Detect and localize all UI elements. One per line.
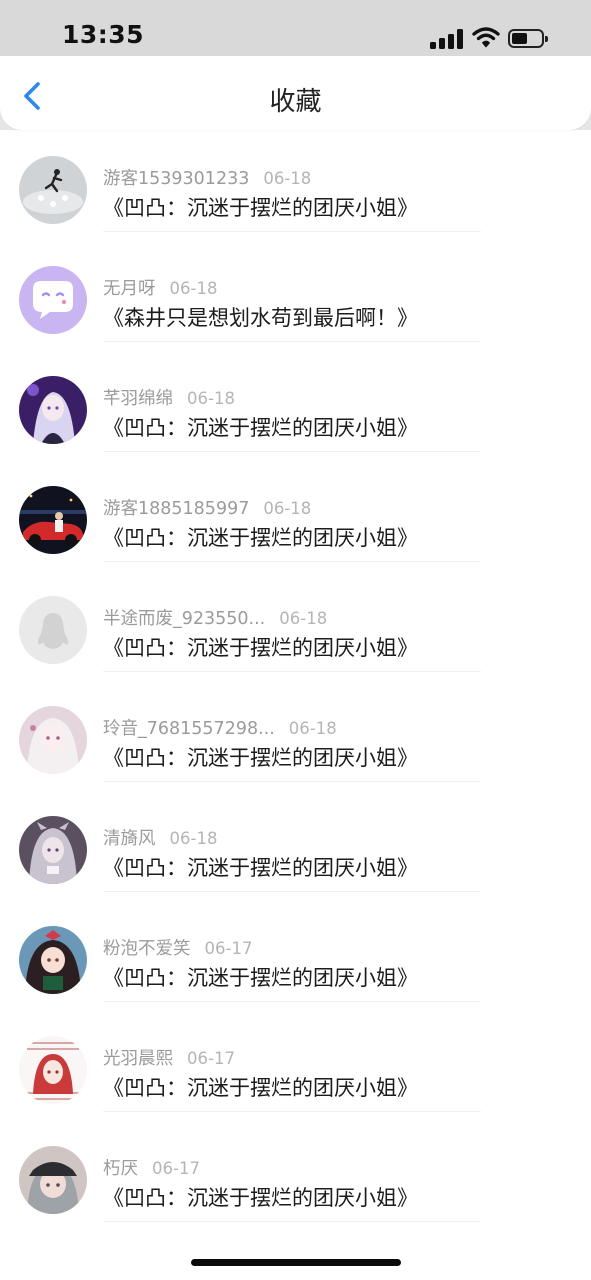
avatar-red-car <box>19 486 87 554</box>
battery-icon <box>508 29 548 48</box>
book-title[interactable]: 《凹凸：沉迷于摆烂的团厌小姐》 <box>103 1072 418 1102</box>
avatar[interactable] <box>19 266 87 334</box>
username[interactable]: 朽厌 <box>103 1159 138 1179</box>
book-title[interactable]: 《凹凸：沉迷于摆烂的团厌小姐》 <box>103 852 418 882</box>
avatar[interactable] <box>19 1036 87 1104</box>
username[interactable]: 光羽晨熙 <box>103 1049 173 1069</box>
avatar-anime-cap <box>19 1146 87 1214</box>
avatar-anime-purple <box>19 376 87 444</box>
list-item[interactable]: 游客1885185997 06-18 《凹凸：沉迷于摆烂的团厌小姐》 <box>0 452 591 562</box>
item-date: 06-18 <box>279 609 328 628</box>
page-title: 收藏 <box>269 87 322 117</box>
avatar-anime-grey <box>19 816 87 884</box>
book-title[interactable]: 《凹凸：沉迷于摆烂的团厌小姐》 <box>103 962 418 992</box>
username[interactable]: 游客1885185997 <box>103 499 249 519</box>
book-title[interactable]: 《凹凸：沉迷于摆烂的团厌小姐》 <box>103 1182 418 1212</box>
username[interactable]: 清旖风 <box>103 829 156 849</box>
cellular-signal-icon <box>430 29 464 49</box>
book-title[interactable]: 《凹凸：沉迷于摆烂的团厌小姐》 <box>103 522 418 552</box>
item-date: 06-18 <box>263 169 312 188</box>
item-meta: 朽厌 06-17 <box>103 1155 200 1180</box>
item-meta: 游客1539301233 06-18 <box>103 165 311 190</box>
book-title[interactable]: 《凹凸：沉迷于摆烂的团厌小姐》 <box>103 192 418 222</box>
avatar[interactable] <box>19 926 87 994</box>
item-date: 06-18 <box>263 499 312 518</box>
favorites-list-container[interactable]: 《凹凸：沉迷于摆烂的团厌小姐》 游客1539301233 06-18 《凹凸：沉迷于摆… <box>0 130 591 1280</box>
home-indicator[interactable] <box>191 1259 401 1266</box>
book-title[interactable]: 《凹凸：沉迷于摆烂的团厌小姐》 <box>103 632 418 662</box>
avatar-anime-red <box>19 1036 87 1104</box>
item-meta: 玲音_7681557298... 06-18 <box>103 715 337 740</box>
book-title[interactable]: 《凹凸：沉迷于摆烂的团厌小姐》 <box>103 742 418 772</box>
item-meta: 光羽晨熙 06-17 <box>103 1045 235 1070</box>
status-time: 13:35 <box>62 20 145 49</box>
item-meta: 无月呀 06-18 <box>103 275 217 300</box>
item-meta: 半途而废_923550... 06-18 <box>103 605 327 630</box>
avatar[interactable] <box>19 596 87 664</box>
avatar[interactable] <box>19 1146 87 1214</box>
item-date: 06-17 <box>152 1159 200 1178</box>
avatar-anime-dark <box>19 926 87 994</box>
avatar-default-penguin <box>19 596 87 664</box>
list-item[interactable]: 无月呀 06-18 《森井只是想划水苟到最后啊！》 <box>0 232 591 342</box>
username[interactable]: 玲音_7681557298... <box>103 719 275 739</box>
avatar[interactable] <box>19 156 87 224</box>
username[interactable]: 游客1539301233 <box>103 169 249 189</box>
book-title[interactable]: 《森井只是想划水苟到最后啊！》 <box>103 302 418 332</box>
username[interactable]: 粉泡不爱笑 <box>103 939 191 959</box>
username[interactable]: 芊羽绵绵 <box>103 389 173 409</box>
status-bar: 13:35 <box>0 0 591 56</box>
avatar[interactable] <box>19 486 87 554</box>
favorites-list: 《凹凸：沉迷于摆烂的团厌小姐》 游客1539301233 06-18 《凹凸：沉迷于摆… <box>0 130 591 1222</box>
item-date: 06-18 <box>187 389 235 408</box>
item-meta: 芊羽绵绵 06-18 <box>103 385 235 410</box>
list-item[interactable]: 玲音_7681557298... 06-18 《凹凸：沉迷于摆烂的团厌小姐》 <box>0 672 591 782</box>
list-item[interactable]: 半途而废_923550... 06-18 《凹凸：沉迷于摆烂的团厌小姐》 <box>0 562 591 672</box>
list-item[interactable]: 光羽晨熙 06-17 《凹凸：沉迷于摆烂的团厌小姐》 <box>0 1002 591 1112</box>
item-date: 06-17 <box>187 1049 235 1068</box>
username[interactable]: 半途而废_923550... <box>103 609 265 629</box>
item-meta: 粉泡不爱笑 06-17 <box>103 935 252 960</box>
item-date: 06-18 <box>169 829 218 848</box>
item-date: 06-17 <box>204 939 253 958</box>
divider <box>103 1221 481 1222</box>
wifi-icon <box>472 27 500 48</box>
book-title[interactable]: 《凹凸：沉迷于摆烂的团厌小姐》 <box>103 412 418 442</box>
username[interactable]: 无月呀 <box>103 279 156 299</box>
avatar[interactable] <box>19 706 87 774</box>
item-meta: 游客1885185997 06-18 <box>103 495 311 520</box>
item-meta: 清旖风 06-18 <box>103 825 217 850</box>
list-item[interactable]: 朽厌 06-17 《凹凸：沉迷于摆烂的团厌小姐》 <box>0 1112 591 1222</box>
avatar-anime-white <box>19 706 87 774</box>
list-item[interactable]: 芊羽绵绵 06-18 《凹凸：沉迷于摆烂的团厌小姐》 <box>0 342 591 452</box>
avatar[interactable] <box>19 816 87 884</box>
avatar-runner <box>19 156 87 224</box>
avatar-chat-bubble <box>19 266 87 334</box>
list-item[interactable]: 粉泡不爱笑 06-17 《凹凸：沉迷于摆烂的团厌小姐》 <box>0 892 591 1002</box>
list-item[interactable]: 清旖风 06-18 《凹凸：沉迷于摆烂的团厌小姐》 <box>0 782 591 892</box>
item-date: 06-18 <box>169 279 218 298</box>
nav-bar: 收藏 <box>0 56 591 130</box>
item-date: 06-18 <box>288 719 337 738</box>
list-item[interactable]: 游客1539301233 06-18 《凹凸：沉迷于摆烂的团厌小姐》 <box>0 130 591 232</box>
avatar[interactable] <box>19 376 87 444</box>
